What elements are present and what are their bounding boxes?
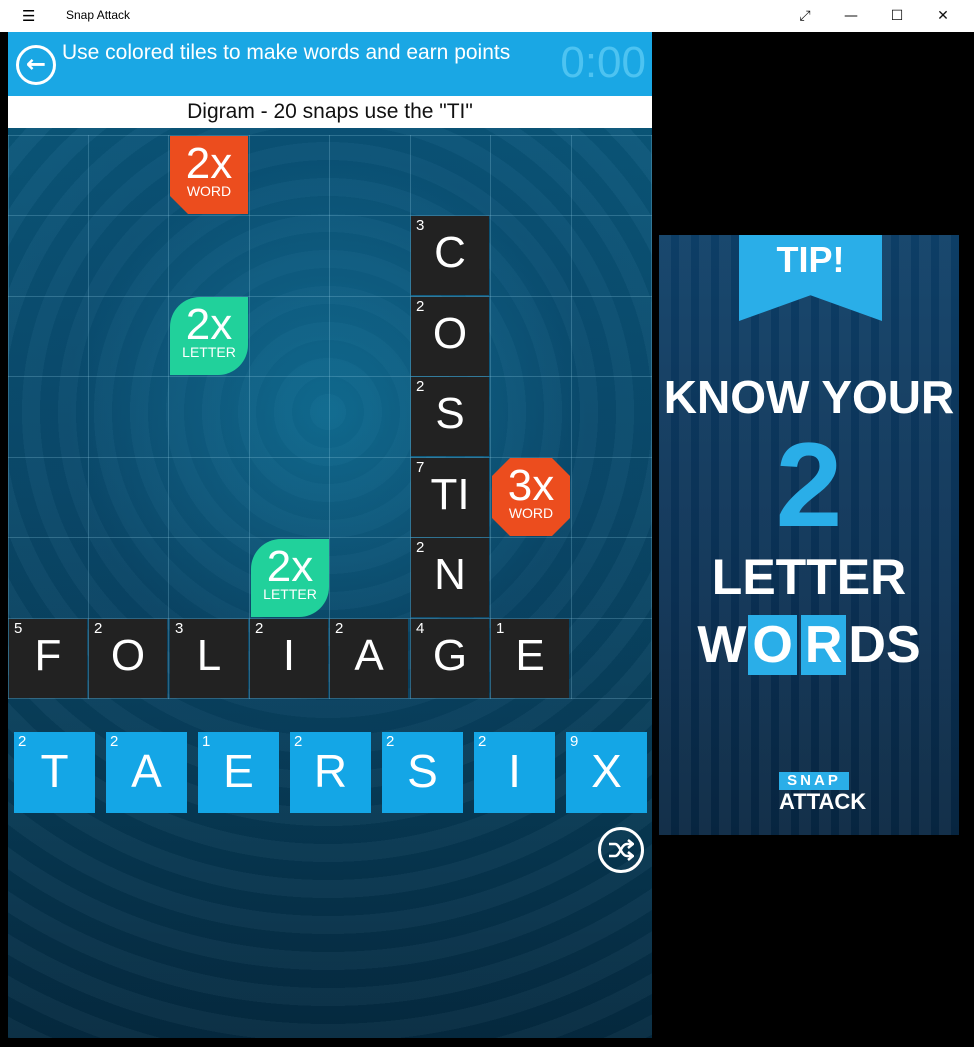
board-tile: 2 N bbox=[411, 538, 489, 617]
bonus-word-3x: 3x WORD bbox=[492, 458, 570, 536]
tile-letter: L bbox=[196, 631, 222, 680]
tile-letter: I bbox=[508, 745, 521, 797]
logo-bottom: ATTACK bbox=[779, 789, 867, 814]
ad-word-part: W bbox=[697, 616, 747, 674]
ad-number: 2 bbox=[775, 418, 843, 552]
board-tile: 2 O bbox=[411, 297, 489, 376]
timer: 0:00 bbox=[560, 38, 646, 87]
grid-line bbox=[8, 698, 652, 699]
ad-subhead: LETTER bbox=[711, 549, 907, 605]
instruction-text: Use colored tiles to make words and earn… bbox=[62, 41, 511, 64]
shuffle-icon bbox=[609, 839, 634, 861]
tile-letter: T bbox=[40, 745, 69, 797]
grid-line bbox=[8, 296, 652, 297]
title-bar: ☰ Snap Attack ⤢ — ☐ ✕ bbox=[0, 0, 974, 32]
bonus-kind: LETTER bbox=[263, 586, 317, 602]
ad-word-part: O bbox=[748, 615, 797, 675]
board-tile: 2 I bbox=[250, 619, 328, 698]
grid-line bbox=[329, 135, 330, 699]
game-area: ← Use colored tiles to make words and ea… bbox=[8, 32, 652, 1038]
letter-rack: 2 T 2 A 1 E 2 R 2 S 2 I 9 X bbox=[8, 732, 652, 814]
bonus-letter-2x: 2x LETTER bbox=[251, 539, 329, 617]
game-header: ← Use colored tiles to make words and ea… bbox=[8, 32, 652, 96]
board-tile: 2 A bbox=[330, 619, 408, 698]
shuffle-button[interactable] bbox=[598, 827, 644, 873]
game-board[interactable]: 2x WORD 2x LETTER 3x WORD 2x LETTER 3 C … bbox=[8, 135, 652, 699]
grid-line bbox=[8, 376, 652, 377]
tile-letter: C bbox=[434, 228, 466, 277]
tile-letter: I bbox=[282, 631, 296, 680]
grid-line bbox=[88, 135, 89, 699]
bonus-multiplier: 3x bbox=[507, 461, 555, 510]
arrow-left-icon: ← bbox=[25, 50, 47, 78]
grid-line bbox=[571, 135, 572, 699]
tip-advertisement[interactable]: TIP! KNOW YOUR 2 LETTER W O R DS SNAP AT… bbox=[659, 235, 959, 835]
tile-letter: O bbox=[432, 309, 468, 358]
hamburger-icon[interactable]: ☰ bbox=[22, 7, 35, 25]
grid-line bbox=[8, 135, 9, 699]
bonus-letter-2x: 2x LETTER bbox=[170, 297, 248, 375]
grid-line bbox=[8, 215, 652, 216]
expand-icon[interactable]: ⤢ bbox=[782, 0, 828, 32]
challenge-banner: Digram - 20 snaps use the "TI" bbox=[8, 96, 652, 128]
board-tile: 1 E bbox=[491, 619, 569, 698]
snap-attack-logo: SNAP ATTACK bbox=[779, 772, 867, 814]
tile-letter: E bbox=[515, 631, 545, 680]
tile-letter: O bbox=[110, 631, 146, 680]
ad-word-part: DS bbox=[848, 616, 921, 674]
logo-top: SNAP bbox=[779, 772, 849, 790]
board-tile: 4 G bbox=[411, 619, 489, 698]
board-tile: 2 S bbox=[411, 377, 489, 456]
board-tile: 2 O bbox=[89, 619, 167, 698]
ad-word-part: R bbox=[800, 615, 847, 675]
grid-line bbox=[8, 537, 652, 538]
maximize-button[interactable]: ☐ bbox=[874, 0, 920, 32]
tile-letter: A bbox=[354, 631, 384, 680]
grid-line bbox=[8, 457, 652, 458]
rack-tile[interactable]: 2 A bbox=[106, 732, 187, 813]
minimize-button[interactable]: — bbox=[828, 0, 874, 32]
ad-words: W O R DS bbox=[659, 615, 959, 675]
bonus-multiplier: 2x bbox=[185, 300, 233, 349]
bonus-multiplier: 2x bbox=[185, 139, 233, 188]
ad-headline: KNOW YOUR bbox=[663, 371, 955, 423]
close-button[interactable]: ✕ bbox=[920, 0, 966, 32]
window-title: Snap Attack bbox=[66, 8, 131, 22]
tile-letter: S bbox=[407, 745, 438, 797]
tile-letter: G bbox=[432, 631, 468, 680]
grid-line bbox=[490, 135, 491, 699]
tile-letter: R bbox=[313, 745, 348, 797]
board-tile: 5 F bbox=[9, 619, 87, 698]
board-tile: 3 C bbox=[411, 216, 489, 295]
tile-letter: F bbox=[34, 631, 62, 680]
rack-tile[interactable]: 2 T bbox=[14, 732, 95, 813]
bonus-kind: WORD bbox=[508, 505, 554, 521]
back-button[interactable]: ← bbox=[16, 45, 56, 85]
bonus-word-2x: 2x WORD bbox=[170, 136, 248, 214]
tile-letter: TI bbox=[430, 470, 470, 519]
bonus-kind: WORD bbox=[186, 183, 232, 199]
rack-tile[interactable]: 1 E bbox=[198, 732, 279, 813]
rack-tile[interactable]: 9 X bbox=[566, 732, 647, 813]
tile-letter: N bbox=[434, 550, 466, 599]
rack-tile[interactable]: 2 S bbox=[382, 732, 463, 813]
grid-line bbox=[651, 135, 652, 699]
tile-letter: X bbox=[591, 745, 622, 797]
grid-line bbox=[168, 135, 169, 699]
bonus-multiplier: 2x bbox=[266, 542, 314, 591]
board-tile: 7 TI bbox=[411, 458, 489, 537]
tile-letter: E bbox=[223, 745, 254, 797]
grid-line bbox=[249, 135, 250, 699]
rack-tile[interactable]: 2 R bbox=[290, 732, 371, 813]
board-tile: 3 L bbox=[170, 619, 248, 698]
grid-line bbox=[8, 135, 652, 136]
tile-letter: S bbox=[435, 389, 465, 438]
bonus-kind: LETTER bbox=[182, 344, 236, 360]
rack-tile[interactable]: 2 I bbox=[474, 732, 555, 813]
tip-label: TIP! bbox=[776, 239, 845, 280]
tile-letter: A bbox=[131, 745, 162, 797]
